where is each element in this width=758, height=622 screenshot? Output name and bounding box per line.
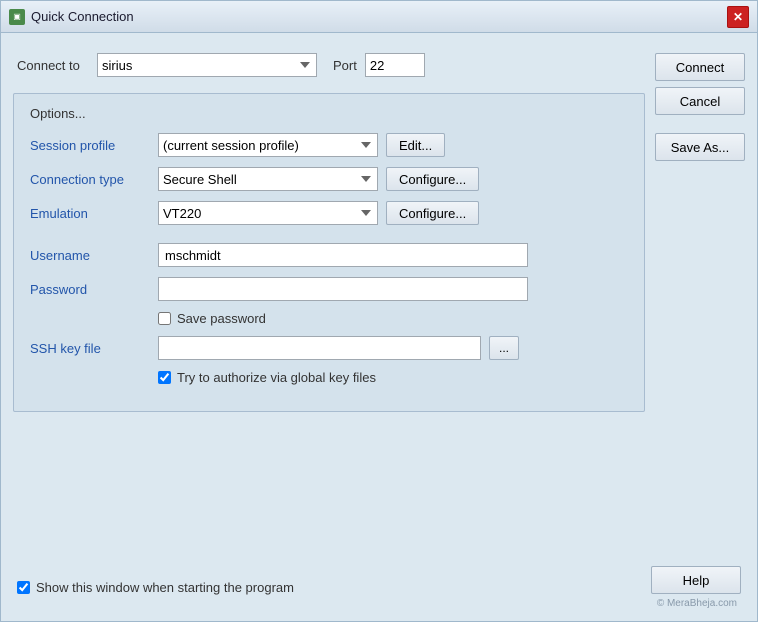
emulation-label: Emulation bbox=[30, 206, 150, 221]
connect-button[interactable]: Connect bbox=[655, 53, 745, 81]
bottom-right: Help © MeraBheja.com bbox=[651, 566, 741, 609]
connect-row: Connect to sirius Port bbox=[13, 45, 645, 85]
options-legend: Options... bbox=[30, 106, 628, 121]
save-password-checkbox[interactable] bbox=[158, 312, 171, 325]
emulation-configure-button[interactable]: Configure... bbox=[386, 201, 479, 225]
save-as-button[interactable]: Save As... bbox=[655, 133, 745, 161]
app-icon-text: ▣ bbox=[13, 12, 21, 21]
side-buttons: Connect Cancel Save As... bbox=[655, 45, 745, 546]
connection-type-label: Connection type bbox=[30, 172, 150, 187]
save-password-label[interactable]: Save password bbox=[177, 311, 266, 326]
username-row: Username bbox=[30, 243, 628, 267]
edit-button[interactable]: Edit... bbox=[386, 133, 445, 157]
ssh-key-file-row: SSH key file ... bbox=[30, 336, 628, 360]
bottom-bar: Show this window when starting the progr… bbox=[1, 558, 757, 621]
dialog-title: Quick Connection bbox=[31, 9, 134, 24]
browse-button[interactable]: ... bbox=[489, 336, 519, 360]
username-input[interactable] bbox=[158, 243, 528, 267]
show-window-label[interactable]: Show this window when starting the progr… bbox=[36, 580, 294, 595]
connection-type-configure-button[interactable]: Configure... bbox=[386, 167, 479, 191]
close-button[interactable]: ✕ bbox=[727, 6, 749, 28]
connect-to-label: Connect to bbox=[17, 58, 89, 73]
username-label: Username bbox=[30, 248, 150, 263]
port-label: Port bbox=[333, 58, 357, 73]
options-group: Options... Session profile (current sess… bbox=[13, 93, 645, 412]
port-input[interactable] bbox=[365, 53, 425, 77]
password-label: Password bbox=[30, 282, 150, 297]
show-window-checkbox[interactable] bbox=[17, 581, 30, 594]
global-key-files-row: Try to authorize via global key files bbox=[158, 370, 628, 385]
global-key-files-checkbox[interactable] bbox=[158, 371, 171, 384]
cancel-button[interactable]: Cancel bbox=[655, 87, 745, 115]
main-area: Connect to sirius Port Options... Sessio… bbox=[13, 45, 645, 546]
app-icon: ▣ bbox=[9, 9, 25, 25]
connect-to-select[interactable]: sirius bbox=[97, 53, 317, 77]
emulation-select[interactable]: VT220 bbox=[158, 201, 378, 225]
title-bar: ▣ Quick Connection ✕ bbox=[1, 1, 757, 33]
watermark: © MeraBheja.com bbox=[657, 598, 741, 609]
ssh-key-file-input[interactable] bbox=[158, 336, 481, 360]
save-password-row: Save password bbox=[158, 311, 628, 326]
password-input[interactable] bbox=[158, 277, 528, 301]
emulation-row: Emulation VT220 Configure... bbox=[30, 201, 628, 225]
ssh-key-input-group: ... bbox=[158, 336, 519, 360]
dialog-body: Connect to sirius Port Options... Sessio… bbox=[1, 33, 757, 558]
title-bar-left: ▣ Quick Connection bbox=[9, 9, 134, 25]
quick-connection-dialog: ▣ Quick Connection ✕ Connect to sirius P… bbox=[0, 0, 758, 622]
connection-type-row: Connection type Secure Shell Configure..… bbox=[30, 167, 628, 191]
show-window-row: Show this window when starting the progr… bbox=[17, 580, 294, 595]
session-profile-row: Session profile (current session profile… bbox=[30, 133, 628, 157]
connection-type-select[interactable]: Secure Shell bbox=[158, 167, 378, 191]
session-profile-select[interactable]: (current session profile) bbox=[158, 133, 378, 157]
help-button[interactable]: Help bbox=[651, 566, 741, 594]
ssh-key-file-label: SSH key file bbox=[30, 341, 150, 356]
global-key-files-label[interactable]: Try to authorize via global key files bbox=[177, 370, 376, 385]
password-row: Password bbox=[30, 277, 628, 301]
session-profile-label: Session profile bbox=[30, 138, 150, 153]
